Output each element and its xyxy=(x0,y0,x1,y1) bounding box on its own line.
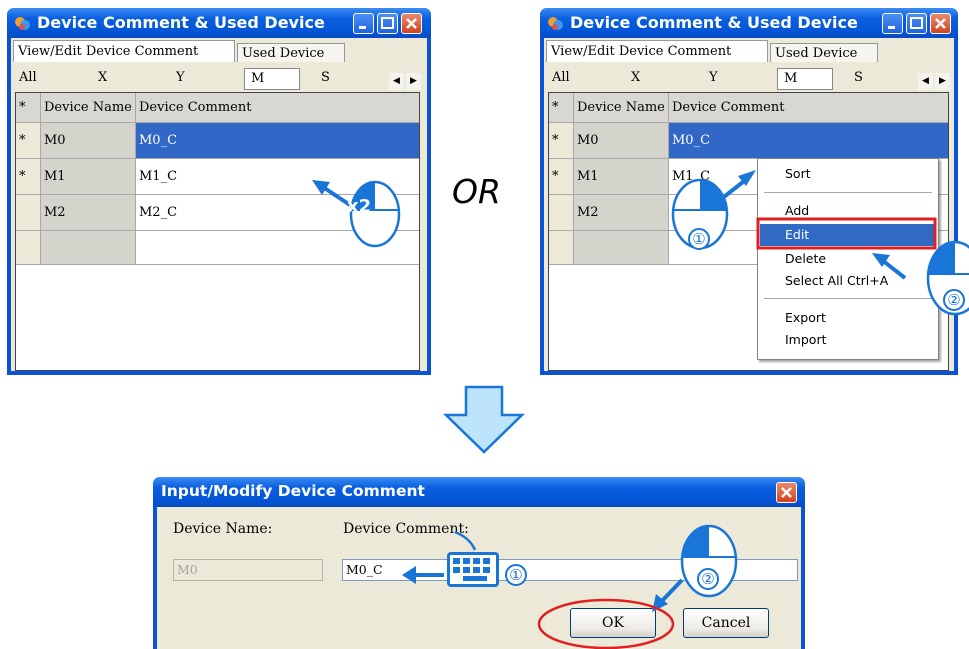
window-title: Device Comment & Used Device xyxy=(570,13,858,32)
minimize-button[interactable] xyxy=(882,13,903,34)
context-menu: Sort Add Edit Delete Select All Ctrl+A E… xyxy=(757,158,939,360)
header-device-name[interactable]: Device Name xyxy=(574,93,669,123)
title-bar: Device Comment & Used Device xyxy=(7,8,431,38)
tab-view-edit[interactable]: View/Edit Device Comment xyxy=(13,40,235,62)
ok-button[interactable]: OK xyxy=(570,608,656,638)
device-filter-row: All X Y M S ◀ ▶ xyxy=(11,62,427,92)
close-button[interactable] xyxy=(776,482,797,503)
menu-item-export[interactable]: Export xyxy=(760,307,936,329)
row-marker: * xyxy=(16,159,41,195)
menu-item-edit[interactable]: Edit xyxy=(760,224,936,246)
input-modify-dialog: Input/Modify Device Comment Device Name:… xyxy=(153,477,805,649)
filter-y[interactable]: Y xyxy=(709,70,718,85)
menu-item-import[interactable]: Import xyxy=(760,329,936,351)
step-marker-1: ① xyxy=(505,564,527,586)
table-cell-comment[interactable]: M1_C xyxy=(136,159,419,195)
step-marker-2: ② xyxy=(943,289,965,311)
maximize-button[interactable] xyxy=(906,13,927,34)
table-cell-comment-new[interactable] xyxy=(136,231,419,265)
scroll-right-icon[interactable]: ▶ xyxy=(406,73,421,90)
table-cell-comment-selected[interactable]: M0_C xyxy=(669,123,948,159)
scroll-left-icon[interactable]: ◀ xyxy=(389,73,404,90)
cancel-button[interactable]: Cancel xyxy=(683,608,769,638)
filter-y[interactable]: Y xyxy=(176,70,185,85)
step-marker-2: ② xyxy=(697,568,719,590)
table-cell-name[interactable]: M0 xyxy=(574,123,669,159)
header-star: * xyxy=(16,93,41,123)
filter-m[interactable]: M xyxy=(244,68,300,90)
tab-used-device[interactable]: Used Device xyxy=(237,43,345,62)
menu-item-delete[interactable]: Delete xyxy=(760,248,936,270)
app-icon xyxy=(15,17,30,30)
row-marker: * xyxy=(549,123,574,159)
header-device-name[interactable]: Device Name xyxy=(41,93,136,123)
step-marker-1: ① xyxy=(688,228,710,250)
header-device-comment[interactable]: Device Comment xyxy=(669,93,948,123)
menu-item-add[interactable]: Add xyxy=(760,200,936,222)
dialog-title: Input/Modify Device Comment xyxy=(161,482,425,500)
device-name-field: M0 xyxy=(173,559,323,581)
filter-s[interactable]: S xyxy=(321,70,330,85)
header-device-comment[interactable]: Device Comment xyxy=(136,93,419,123)
table-cell-name[interactable]: M0 xyxy=(41,123,136,159)
menu-item-select-all[interactable]: Select All Ctrl+A xyxy=(760,270,936,292)
row-marker-new xyxy=(549,231,574,265)
device-filter-row: All X Y M S ◀ ▶ xyxy=(544,62,954,92)
table-cell-comment-selected[interactable]: M0_C xyxy=(136,123,419,159)
window-title: Device Comment & Used Device xyxy=(37,13,325,32)
scroll-right-icon[interactable]: ▶ xyxy=(935,73,950,90)
row-marker: * xyxy=(549,159,574,195)
filter-all[interactable]: All xyxy=(552,70,570,85)
close-button[interactable] xyxy=(930,13,951,34)
title-bar: Device Comment & Used Device xyxy=(540,8,958,38)
or-label: OR xyxy=(452,172,501,211)
close-button[interactable] xyxy=(401,13,422,34)
filter-all[interactable]: All xyxy=(19,70,37,85)
row-marker-new xyxy=(16,231,41,265)
table-cell-name[interactable]: M1 xyxy=(41,159,136,195)
table-cell-name-new[interactable] xyxy=(41,231,136,265)
double-click-label: x2 xyxy=(347,196,372,217)
app-icon xyxy=(548,17,563,30)
minimize-button[interactable] xyxy=(353,13,374,34)
filter-s[interactable]: S xyxy=(854,70,863,85)
device-name-label: Device Name: xyxy=(173,521,273,537)
device-comment-window-left: Device Comment & Used Device View/Edit D… xyxy=(7,8,431,375)
filter-m[interactable]: M xyxy=(777,68,833,90)
device-comment-table: * Device Name Device Comment * M0 M0_C *… xyxy=(15,92,420,371)
scroll-left-icon[interactable]: ◀ xyxy=(918,73,933,90)
maximize-button[interactable] xyxy=(377,13,398,34)
filter-x[interactable]: X xyxy=(98,70,107,85)
table-cell-comment[interactable]: M2_C xyxy=(136,195,419,231)
filter-scroll-arrows: ◀ ▶ xyxy=(918,73,950,90)
menu-separator xyxy=(764,192,932,193)
menu-item-sort[interactable]: Sort xyxy=(760,163,936,185)
menu-separator xyxy=(764,298,932,299)
table-cell-name[interactable]: M1 xyxy=(574,159,669,195)
row-marker: * xyxy=(16,123,41,159)
header-star: * xyxy=(549,93,574,123)
tab-view-edit[interactable]: View/Edit Device Comment xyxy=(546,40,768,62)
device-comment-field[interactable]: M0_C xyxy=(342,559,798,581)
filter-scroll-arrows: ◀ ▶ xyxy=(389,73,421,90)
row-marker xyxy=(16,195,41,231)
table-cell-name-new[interactable] xyxy=(574,231,669,265)
filter-x[interactable]: X xyxy=(631,70,640,85)
title-bar: Input/Modify Device Comment xyxy=(153,477,805,507)
table-cell-name[interactable]: M2 xyxy=(574,195,669,231)
device-comment-label: Device Comment: xyxy=(343,521,469,537)
tab-used-device[interactable]: Used Device xyxy=(770,43,878,62)
table-cell-name[interactable]: M2 xyxy=(41,195,136,231)
row-marker xyxy=(549,195,574,231)
